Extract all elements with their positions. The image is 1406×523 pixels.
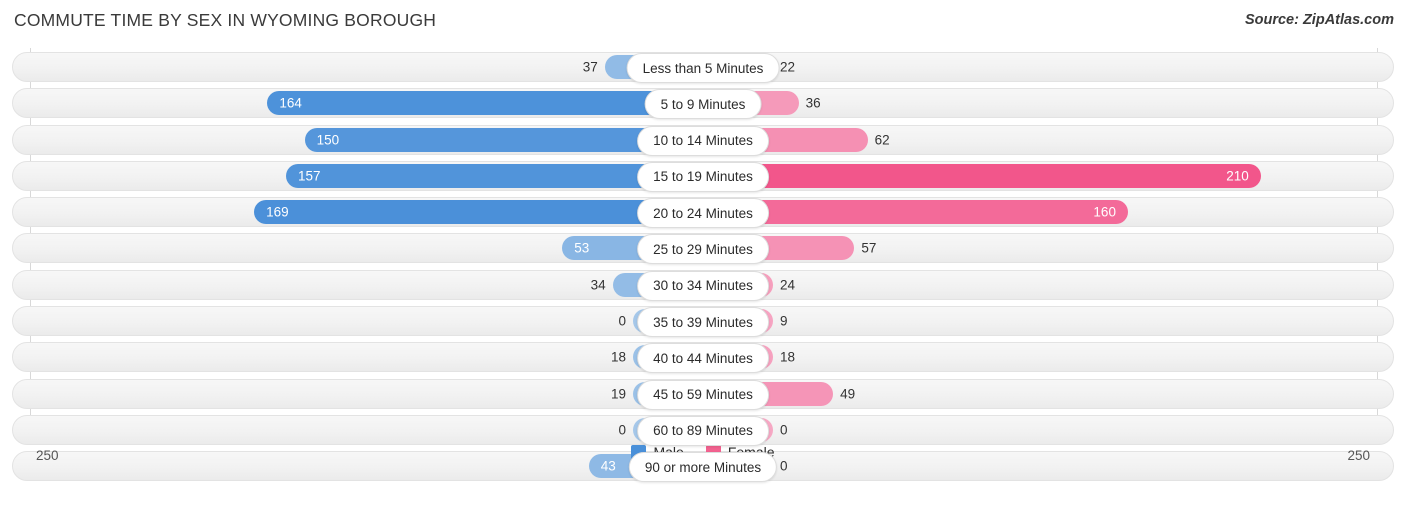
category-label: Less than 5 Minutes — [626, 53, 780, 83]
female-value-label: 9 — [780, 313, 788, 329]
male-value-label: 157 — [298, 168, 321, 184]
chart-row: 34 24 30 to 34 Minutes — [0, 269, 1406, 301]
category-label: 40 to 44 Minutes — [637, 343, 769, 374]
chart-row: 164 36 5 to 9 Minutes — [0, 88, 1406, 120]
female-bar[interactable]: 210 — [703, 163, 1261, 188]
category-label: 10 to 14 Minutes — [637, 125, 769, 156]
male-value-label: 0 — [618, 313, 626, 329]
chart-row: 157 210 15 to 19 Minutes — [0, 160, 1406, 192]
chart-row: 169 160 20 to 24 Minutes — [0, 197, 1406, 229]
chart-row: 37 22 Less than 5 Minutes — [0, 52, 1406, 83]
male-bar[interactable]: 169 — [254, 200, 703, 225]
category-label: 25 to 29 Minutes — [637, 234, 769, 265]
category-label: 15 to 19 Minutes — [637, 161, 769, 192]
male-value-label: 53 — [574, 240, 590, 256]
female-value-label: 0 — [780, 422, 788, 438]
category-label: 60 to 89 Minutes — [637, 415, 769, 446]
category-label: 90 or more Minutes — [628, 452, 778, 483]
chart-row: 150 62 10 to 14 Minutes — [0, 124, 1406, 156]
source-attribution: Source: ZipAtlas.com — [1244, 12, 1394, 28]
category-label: 45 to 59 Minutes — [637, 379, 769, 410]
chart-rows: 37 22 Less than 5 Minutes 164 36 5 to 9 Minut… — [0, 52, 1406, 488]
male-value-label: 150 — [316, 132, 340, 148]
category-label: 30 to 34 Minutes — [637, 270, 769, 301]
female-value-label: 62 — [874, 132, 890, 148]
male-value-label: 169 — [266, 204, 289, 220]
female-value-label: 57 — [861, 240, 877, 256]
female-value-label: 22 — [780, 59, 796, 75]
category-label: 5 to 9 Minutes — [644, 89, 762, 120]
category-label: 20 to 24 Minutes — [637, 198, 769, 229]
chart-row: 19 49 45 to 59 Minutes — [0, 378, 1406, 410]
female-value-label: 18 — [780, 349, 796, 365]
male-value-label: 18 — [610, 349, 626, 365]
male-value-label: 19 — [610, 386, 626, 402]
chart-row: 18 18 40 to 44 Minutes — [0, 342, 1406, 374]
male-value-label: 34 — [590, 277, 606, 293]
male-value-label: 37 — [582, 59, 598, 75]
female-value-label: 24 — [780, 277, 796, 293]
chart-row: 0 0 60 to 89 Minutes — [0, 414, 1406, 446]
female-value-label: 160 — [1093, 204, 1116, 220]
female-value-label: 49 — [840, 386, 856, 402]
female-value-label: 36 — [805, 95, 821, 111]
page-title: COMMUTE TIME BY SEX IN WYOMING BOROUGH — [14, 10, 437, 30]
female-value-label: 210 — [1226, 168, 1249, 184]
male-value-label: 0 — [618, 422, 626, 438]
male-value-label: 164 — [279, 95, 302, 111]
chart-row: 0 9 35 to 39 Minutes — [0, 306, 1406, 338]
diverging-bar-chart: 37 22 Less than 5 Minutes 164 36 5 to 9 Minut… — [0, 48, 1406, 488]
male-bar[interactable]: 164 — [267, 91, 703, 116]
category-label: 35 to 39 Minutes — [637, 307, 769, 338]
chart-row: 53 57 25 to 29 Minutes — [0, 233, 1406, 265]
